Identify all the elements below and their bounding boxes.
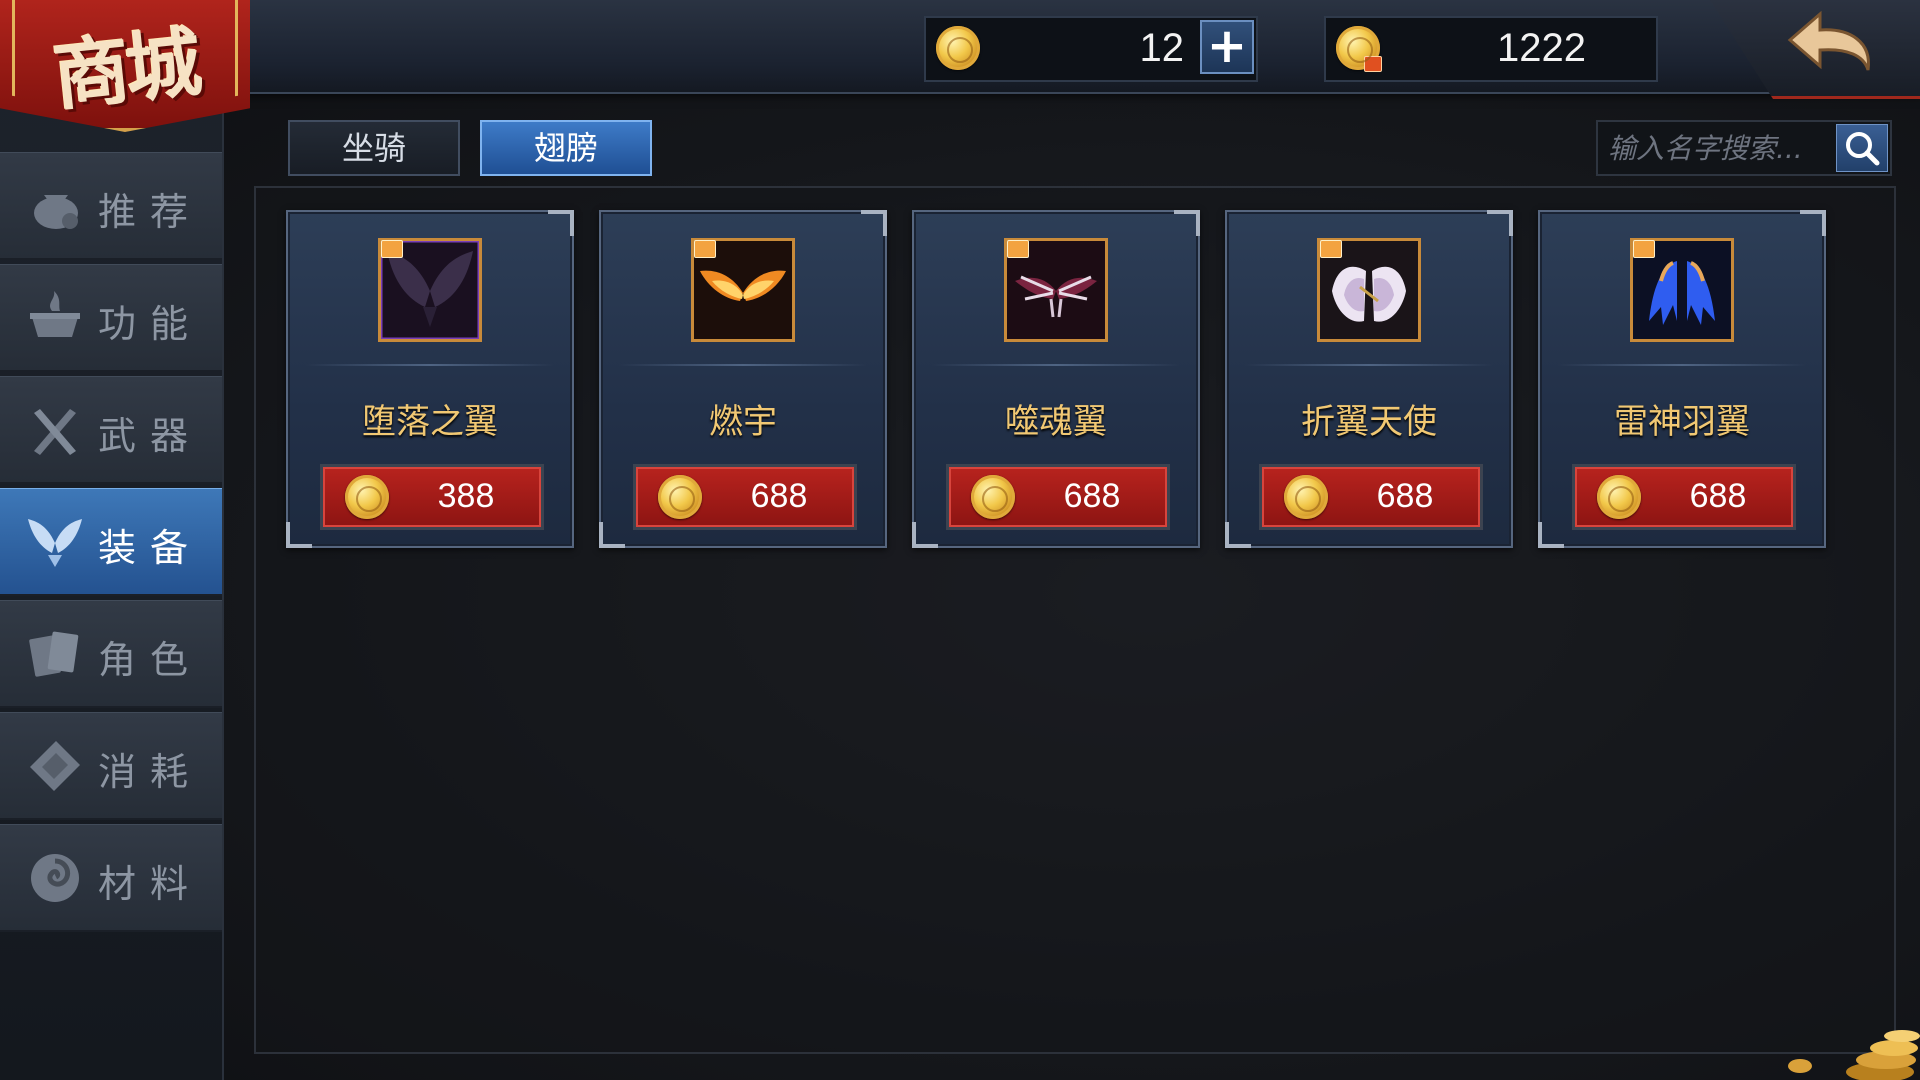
sidebar-item-label: 角色 [98, 638, 203, 682]
bound-gold-coin-icon [1336, 26, 1382, 72]
gold-amount: 12 [1139, 26, 1185, 70]
function-cauldron-icon [30, 291, 80, 337]
lock-icon [694, 240, 716, 258]
material-swirl-icon [31, 854, 79, 902]
character-cards-icon [29, 631, 79, 677]
gold-coin-icon [936, 26, 980, 70]
buy-button[interactable]: 388 [320, 464, 544, 530]
equipment-wings-icon [28, 519, 82, 567]
sidebar-item-label: 功能 [98, 302, 203, 346]
recommend-bag-icon [34, 195, 78, 229]
lock-icon [1633, 240, 1655, 258]
item-name: 噬魂翼 [1005, 402, 1107, 442]
lock-icon [1320, 240, 1342, 258]
consumable-scroll-icon [30, 741, 80, 791]
coin-pile-decoration-icon [1788, 1030, 1920, 1080]
bound-gold-amount: 1222 [1497, 26, 1586, 70]
sidebar-item-character[interactable]: 角色 [0, 600, 222, 708]
shop-item-card[interactable]: 折翼天使 688 [1225, 210, 1513, 548]
back-arrow-icon [1787, 10, 1870, 71]
shop-logo: 商城 [0, 0, 250, 132]
gold-coin-icon [1597, 475, 1641, 519]
sidebar-item-label: 装备 [98, 526, 203, 570]
buy-button[interactable]: 688 [946, 464, 1170, 530]
buy-button[interactable]: 688 [633, 464, 857, 530]
add-gold-button[interactable]: + [1200, 20, 1254, 74]
gold-coin-icon [345, 475, 389, 519]
item-name: 雷神羽翼 [1614, 402, 1750, 442]
buy-button[interactable]: 688 [1259, 464, 1483, 530]
shop-item-card[interactable]: 燃宇 688 [599, 210, 887, 548]
gold-coin-icon [971, 475, 1015, 519]
shop-item-card[interactable]: 堕落之翼 388 [286, 210, 574, 548]
item-name: 折翼天使 [1301, 402, 1437, 442]
sidebar-item-equipment[interactable]: 装备 [0, 488, 222, 596]
search-icon [1846, 132, 1880, 166]
lock-icon [381, 240, 403, 258]
category-sidebar: 推荐 功能 武器 装备 角色 消耗 材料 [0, 92, 224, 1080]
gold-currency-display: 12 + [924, 16, 1258, 82]
item-price: 388 [437, 477, 495, 515]
sidebar-item-label: 推荐 [98, 190, 203, 234]
sidebar-item-weapon[interactable]: 武器 [0, 376, 222, 484]
item-price: 688 [1376, 477, 1434, 515]
item-price: 688 [750, 477, 808, 515]
gold-coin-icon [1284, 475, 1328, 519]
sidebar-item-label: 武器 [98, 414, 203, 458]
tab-mount[interactable]: 坐骑 [288, 120, 460, 176]
lock-icon [1007, 240, 1029, 258]
shop-item-card[interactable]: 雷神羽翼 688 [1538, 210, 1826, 548]
sidebar-item-consumable[interactable]: 消耗 [0, 712, 222, 820]
item-name: 堕落之翼 [362, 402, 498, 442]
item-price: 688 [1689, 477, 1747, 515]
sidebar-item-label: 消耗 [98, 750, 203, 794]
item-price: 688 [1063, 477, 1121, 515]
shop-item-card[interactable]: 噬魂翼 688 [912, 210, 1200, 548]
sidebar-item-material[interactable]: 材料 [0, 824, 222, 932]
weapon-swords-icon [34, 409, 76, 455]
bound-gold-currency-display: 1222 [1324, 16, 1658, 82]
lock-icon [1364, 56, 1382, 72]
gold-coin-icon [658, 475, 702, 519]
sidebar-item-label: 材料 [98, 862, 203, 906]
buy-button[interactable]: 688 [1572, 464, 1796, 530]
item-name: 燃宇 [709, 402, 777, 442]
search-input[interactable] [1598, 122, 1834, 174]
sidebar-item-recommend[interactable]: 推荐 [0, 152, 222, 260]
search-button[interactable] [1836, 124, 1888, 172]
tab-wings[interactable]: 翅膀 [480, 120, 652, 176]
shop-title: 商城 [49, 17, 202, 122]
search-box [1596, 120, 1892, 176]
sidebar-item-function[interactable]: 功能 [0, 264, 222, 372]
